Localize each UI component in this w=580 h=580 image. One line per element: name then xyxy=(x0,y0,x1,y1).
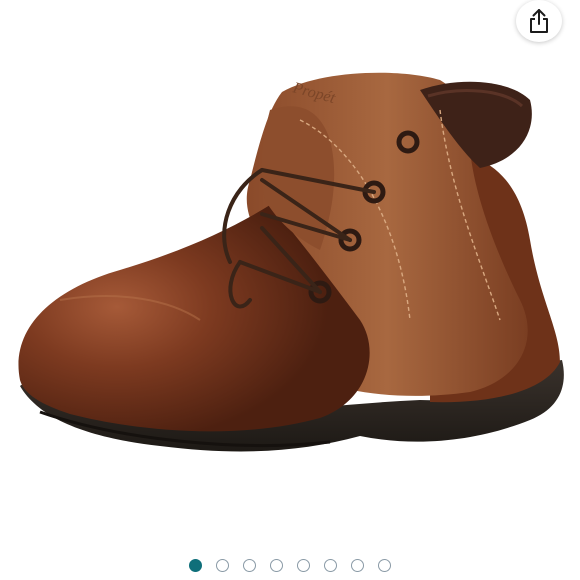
carousel-dot[interactable] xyxy=(324,558,337,572)
share-icon xyxy=(530,9,548,33)
product-image[interactable]: Propét xyxy=(0,0,580,550)
carousel-dot[interactable] xyxy=(243,558,256,572)
carousel-indicator xyxy=(0,556,580,574)
carousel-dot[interactable] xyxy=(351,558,364,572)
share-button[interactable] xyxy=(516,0,562,42)
carousel-dot[interactable] xyxy=(378,558,391,572)
carousel-dot[interactable] xyxy=(270,558,283,572)
carousel-dot[interactable] xyxy=(216,558,229,572)
carousel-dot[interactable] xyxy=(297,558,310,572)
product-gallery-screen: Propét xyxy=(0,0,580,580)
carousel-dot[interactable] xyxy=(189,558,202,572)
